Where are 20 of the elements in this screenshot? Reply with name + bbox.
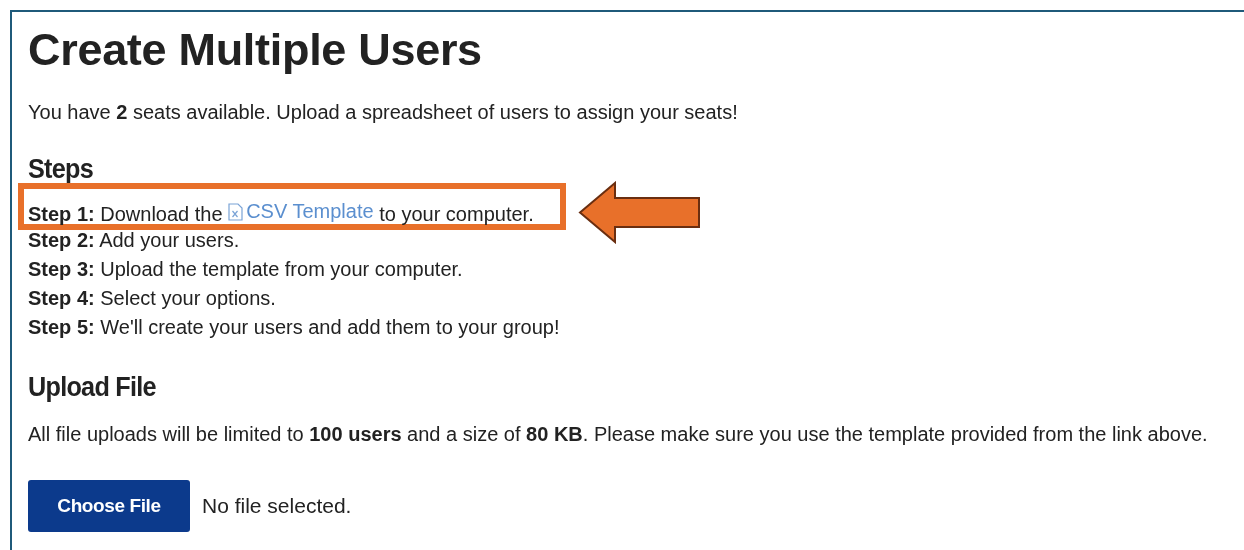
step-label: Step 2: <box>28 229 95 251</box>
step-text: Select your options. <box>100 287 276 309</box>
step-label: Step 3: <box>28 258 95 280</box>
steps-heading: Steps <box>28 153 95 185</box>
step-text: Download the <box>100 202 223 225</box>
step-label: Step 4: <box>28 287 95 309</box>
choose-file-button[interactable]: Choose File <box>28 480 190 532</box>
step-text: Add your users. <box>99 229 240 251</box>
step-label: Step 5: <box>28 316 95 338</box>
step-text: Upload the template from your computer. <box>100 258 463 280</box>
step-text: to your computer. <box>379 202 534 225</box>
upload-heading: Upload File <box>28 371 157 403</box>
spreadsheet-file-icon <box>228 202 244 221</box>
arrow-icon <box>578 181 702 244</box>
seats-message: You have 2 seats available. Upload a spreadsheet of users to assign your seats! <box>28 100 739 124</box>
upload-note: All file uploads will be limited to 100 users and a size of 80 KB. Please make sure you use the template provided from the link above. <box>28 422 1209 446</box>
step-text: We'll create your users and add them to your group! <box>100 316 560 338</box>
page-title: Create Multiple Users <box>28 25 483 75</box>
file-status: No file selected. <box>202 494 352 518</box>
step-label: Step 1: <box>28 202 95 225</box>
